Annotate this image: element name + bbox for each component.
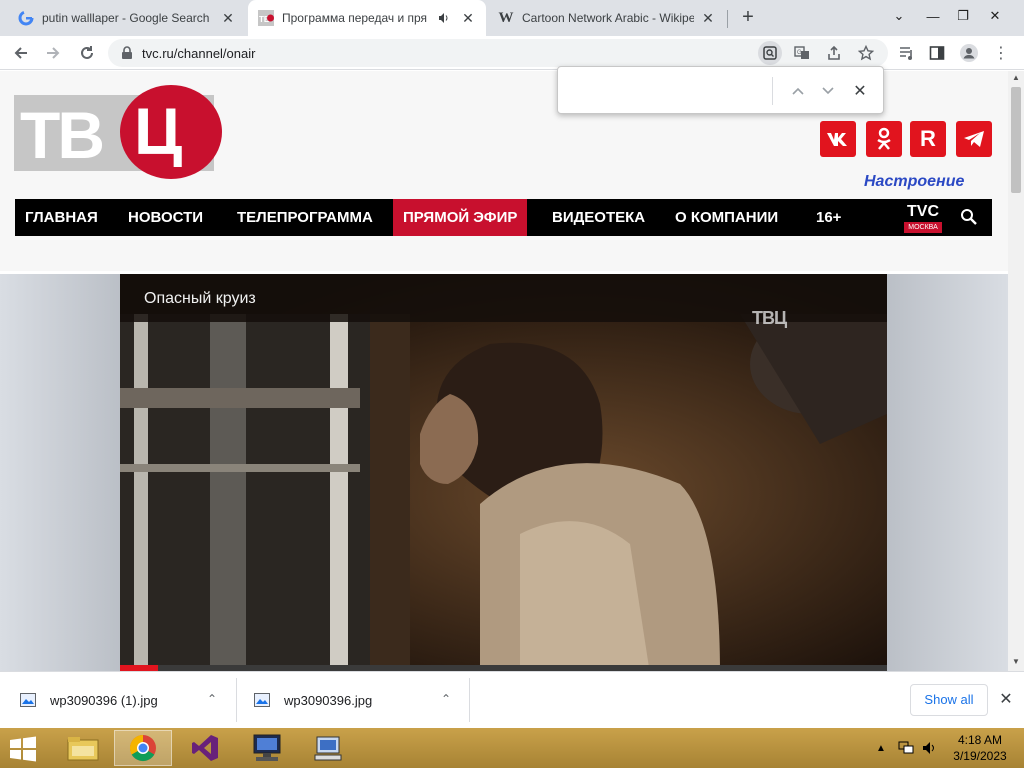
chrome-icon[interactable]: [114, 730, 172, 766]
rutube-icon[interactable]: R: [910, 121, 946, 157]
find-input[interactable]: [566, 75, 766, 107]
scroll-up-arrow[interactable]: ▲: [1008, 71, 1024, 85]
tab-title: Cartoon Network Arabic - Wikipe: [522, 11, 694, 25]
image-file-icon: [254, 693, 270, 707]
show-all-button[interactable]: Show all: [910, 684, 988, 716]
tab-tvc[interactable]: ТВ Программа передач и пря ✕: [248, 0, 486, 36]
page-scrollbar[interactable]: ▲ ▼: [1008, 71, 1024, 671]
tvc-logo[interactable]: ТВ Ц: [14, 85, 222, 179]
main-nav: ГЛАВНАЯ НОВОСТИ ТЕЛЕПРОГРАММА ПРЯМОЙ ЭФИ…: [15, 199, 992, 236]
chevron-down-icon[interactable]: ⌄: [882, 0, 916, 32]
nav-item-live[interactable]: ПРЯМОЙ ЭФИР: [393, 199, 528, 236]
find-separator: [772, 77, 773, 105]
tab-close-icon[interactable]: ✕: [460, 10, 476, 26]
tab-wikipedia[interactable]: W Cartoon Network Arabic - Wikipe ✕: [488, 0, 726, 36]
file-explorer-icon[interactable]: [54, 730, 112, 766]
close-window-button[interactable]: ✕: [978, 0, 1012, 32]
ok-icon[interactable]: [866, 121, 902, 157]
logo-text: ТВ: [20, 98, 105, 172]
wikipedia-icon: W: [498, 9, 514, 26]
download-filename: wp3090396 (1).jpg: [50, 692, 158, 708]
translate-icon[interactable]: G: [790, 41, 814, 65]
image-file-icon: [20, 693, 36, 707]
chevron-up-icon[interactable]: ⌃: [438, 692, 454, 708]
menu-kebab-icon[interactable]: ⋮: [988, 40, 1014, 66]
visual-studio-icon[interactable]: [176, 730, 234, 766]
tvc-favicon: ТВ: [258, 10, 274, 26]
logo-circle: Ц: [120, 85, 222, 179]
browser-toolbar: tvc.ru/channel/onair G ⋮: [0, 36, 1024, 70]
tab-separator: [727, 10, 728, 28]
tab-strip: putin walllaper - Google Search ✕ ТВ Про…: [0, 0, 1024, 36]
download-shelf: wp3090396 (1).jpg ⌃ wp3090396.jpg ⌃ Show…: [0, 671, 1024, 728]
tvc-moscow-logo[interactable]: TVC МОСКВА: [904, 203, 942, 233]
web-page: ТВ Ц R Настроение ГЛАВНАЯ НОВОСТИ ТЕЛЕПР…: [0, 71, 1008, 671]
nav-item-about[interactable]: О КОМПАНИИ: [665, 199, 788, 236]
download-shelf-close-icon[interactable]: ✕: [996, 690, 1016, 710]
profile-avatar[interactable]: [956, 40, 982, 66]
system-clock[interactable]: 4:18 AM 3/19/2023: [950, 732, 1010, 764]
scroll-thumb[interactable]: [1011, 87, 1021, 193]
vk-icon[interactable]: [820, 121, 856, 157]
tab-title: putin walllaper - Google Search: [42, 11, 210, 25]
telegram-icon[interactable]: [956, 121, 992, 157]
tab-close-icon[interactable]: ✕: [700, 10, 716, 26]
speaker-icon[interactable]: [438, 12, 454, 24]
tab-title: Программа передач и пря: [282, 11, 428, 25]
find-bar: ✕: [557, 66, 884, 114]
tray-overflow-icon[interactable]: ▲: [876, 728, 886, 768]
scroll-down-arrow[interactable]: ▼: [1008, 655, 1024, 669]
url-text: tvc.ru/channel/onair: [142, 46, 256, 61]
video-frame: [120, 274, 887, 671]
download-separator: [469, 678, 470, 722]
computer-icon[interactable]: [238, 730, 296, 766]
download-item[interactable]: wp3090396.jpg ⌃: [254, 680, 464, 720]
age-rating-badge: 16+: [816, 209, 842, 226]
lock-icon[interactable]: [120, 46, 134, 60]
find-close-icon[interactable]: ✕: [848, 79, 872, 103]
find-in-page-icon[interactable]: [758, 41, 782, 65]
video-player[interactable]: Опасный круиз ТВЦ: [120, 274, 887, 671]
bookmark-star-icon[interactable]: [854, 41, 878, 65]
nav-item-schedule[interactable]: ТЕЛЕПРОГРАММА: [227, 199, 383, 236]
back-button[interactable]: [8, 40, 34, 66]
side-panel-icon[interactable]: [924, 40, 950, 66]
tvc-city-text: МОСКВА: [904, 222, 942, 233]
find-previous-button[interactable]: [786, 79, 810, 103]
clock-date: 3/19/2023: [953, 749, 1007, 763]
share-icon[interactable]: [822, 41, 846, 65]
clock-time: 4:18 AM: [957, 733, 1003, 747]
restore-button[interactable]: ❐: [946, 0, 980, 32]
media-control-icon[interactable]: [894, 40, 920, 66]
forward-button[interactable]: [40, 40, 66, 66]
network-icon[interactable]: [300, 730, 358, 766]
search-icon[interactable]: [959, 207, 979, 227]
chevron-up-icon[interactable]: ⌃: [204, 692, 220, 708]
download-separator: [236, 678, 237, 722]
tvc-logo-text: TVC: [907, 203, 939, 220]
channel-watermark: ТВЦ: [752, 308, 787, 328]
download-item[interactable]: wp3090396 (1).jpg ⌃: [20, 680, 230, 720]
volume-icon[interactable]: [922, 728, 938, 768]
logo-letter: Ц: [134, 94, 183, 168]
network-status-icon[interactable]: [898, 728, 914, 768]
nav-item-home[interactable]: ГЛАВНАЯ: [15, 199, 108, 236]
download-filename: wp3090396.jpg: [284, 692, 373, 708]
google-icon: [18, 10, 34, 26]
nav-item-videos[interactable]: ВИДЕОТЕКА: [542, 199, 655, 236]
nav-item-news[interactable]: НОВОСТИ: [118, 199, 213, 236]
find-next-button[interactable]: [816, 79, 840, 103]
tab-google-search[interactable]: putin walllaper - Google Search ✕: [8, 0, 246, 36]
minimize-button[interactable]: —: [916, 0, 950, 32]
windows-start-icon[interactable]: [8, 736, 38, 762]
video-title: Опасный круиз: [144, 290, 256, 307]
address-bar[interactable]: tvc.ru/channel/onair G: [108, 39, 888, 67]
nastroenie-logo[interactable]: Настроение: [864, 173, 984, 197]
new-tab-button[interactable]: +: [736, 6, 760, 30]
tab-close-icon[interactable]: ✕: [220, 10, 236, 26]
reload-button[interactable]: [74, 40, 100, 66]
windows-taskbar: ▲ 4:18 AM 3/19/2023: [0, 728, 1024, 768]
